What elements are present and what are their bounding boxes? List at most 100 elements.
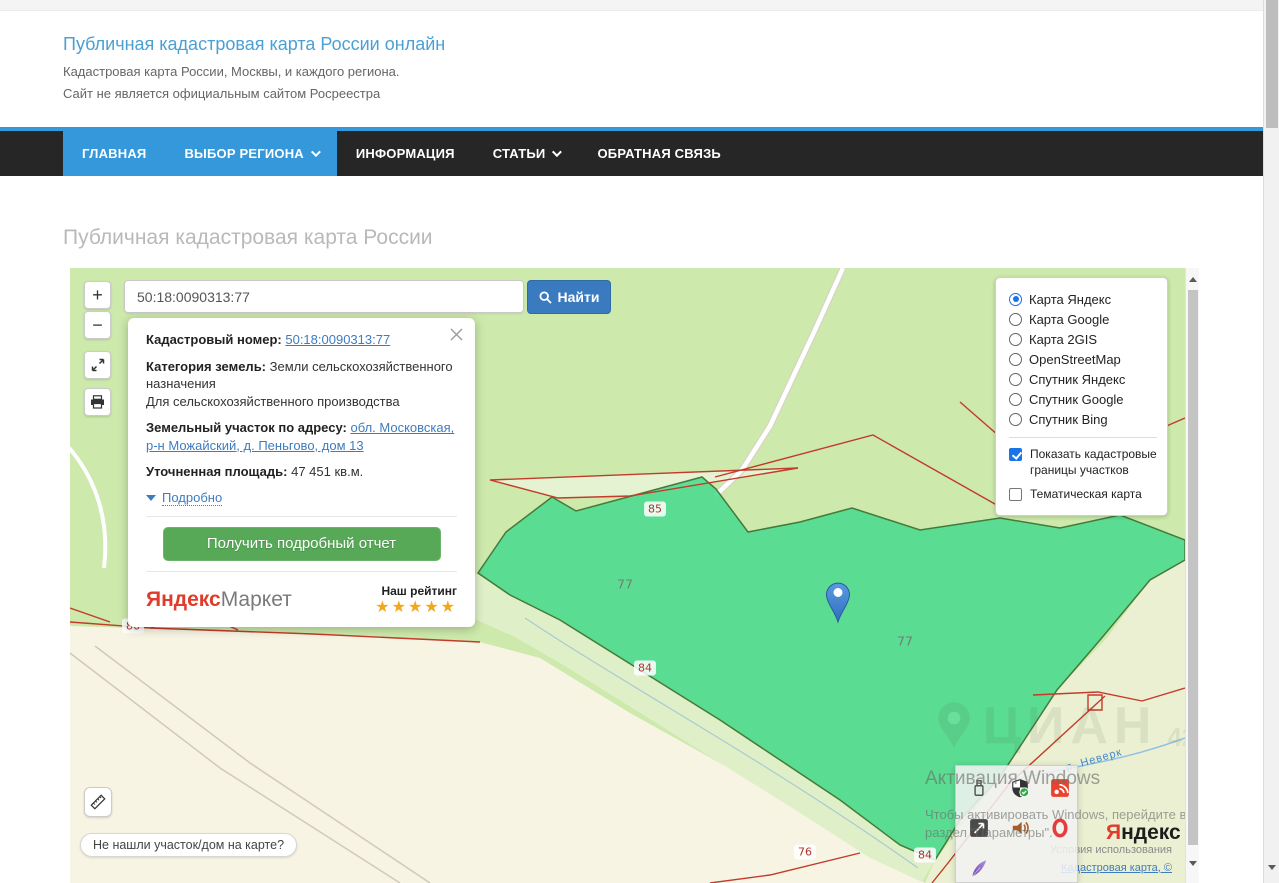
divider bbox=[1009, 437, 1157, 438]
printer-icon bbox=[90, 395, 105, 409]
pin-watermark-icon bbox=[935, 702, 973, 750]
layer-option-bing-satellite[interactable]: Спутник Bing bbox=[1009, 409, 1157, 429]
search-input[interactable] bbox=[124, 280, 524, 313]
scroll-down-arrow[interactable] bbox=[1186, 856, 1200, 870]
layer-option-2gis-map[interactable]: Карта 2GIS bbox=[1009, 329, 1157, 349]
defender-shield-icon[interactable] bbox=[1010, 778, 1030, 798]
send-arrow-app-icon[interactable] bbox=[969, 818, 989, 838]
ruler-icon bbox=[90, 794, 106, 810]
details-row: Подробно bbox=[146, 490, 457, 506]
layer-option-google-satellite[interactable]: Спутник Google bbox=[1009, 389, 1157, 409]
address-label: Земельный участок по адресу: bbox=[146, 420, 347, 435]
radio-icon bbox=[1009, 353, 1022, 366]
print-button[interactable] bbox=[84, 388, 111, 416]
map-marker-pin[interactable] bbox=[823, 579, 853, 625]
parcel-info-popup: Кадастровый номер: 50:18:0090313:77 Кате… bbox=[128, 318, 475, 627]
cadastral-number-label: Кадастровый номер: bbox=[146, 332, 282, 347]
nav-active-group: ГЛАВНАЯ ВЫБОР РЕГИОНА bbox=[63, 131, 337, 176]
land-category-row: Категория земель: Земли сельскохозяйстве… bbox=[146, 358, 457, 411]
nav-item-information[interactable]: ИНФОРМАЦИЯ bbox=[337, 131, 474, 176]
zoom-in-button[interactable]: + bbox=[84, 281, 111, 309]
radio-icon bbox=[1009, 313, 1022, 326]
quarter-label: 77 bbox=[897, 634, 913, 649]
yandex-market-logo-red: Яндекс bbox=[146, 588, 221, 611]
area-label: Уточненная площадь: bbox=[146, 464, 287, 479]
measure-ruler-button[interactable] bbox=[84, 787, 112, 817]
radio-icon bbox=[1009, 293, 1022, 306]
toggle-cadastral-boundaries[interactable]: Показать кадастровые границы участков bbox=[1009, 447, 1157, 478]
area-value: 47 451 кв.м. bbox=[291, 464, 363, 479]
nav-item-articles[interactable]: СТАТЬИ bbox=[474, 131, 579, 176]
radio-icon bbox=[1009, 393, 1022, 406]
checkbox-icon bbox=[1009, 448, 1022, 461]
red-app-icon[interactable] bbox=[1050, 778, 1070, 798]
toggle-thematic-map[interactable]: Тематическая карта bbox=[1009, 487, 1157, 503]
page-title: Публичная кадастровая карта России bbox=[63, 226, 433, 250]
site-subtitle-1: Кадастровая карта России, Москвы, и кажд… bbox=[63, 64, 400, 79]
parcel-label: 85 bbox=[644, 502, 666, 517]
page: Публичная кадастровая карта России онлай… bbox=[0, 0, 1279, 883]
nav-item-feedback[interactable]: ОБРАТНАЯ СВЯЗЬ bbox=[578, 131, 739, 176]
radio-icon bbox=[1009, 373, 1022, 386]
widget-scrollbar[interactable] bbox=[1185, 268, 1199, 883]
scrollbar-thumb[interactable] bbox=[1188, 290, 1198, 845]
usb-device-icon[interactable] bbox=[969, 778, 989, 798]
nav-item-region-label: ВЫБОР РЕГИОНА bbox=[184, 131, 303, 176]
faint-watermark: ЦИАН 42 bbox=[935, 696, 1185, 756]
area-row: Уточненная площадь: 47 451 кв.м. bbox=[146, 463, 457, 481]
land-category-label: Категория земель: bbox=[146, 359, 266, 374]
not-found-help-button[interactable]: Не нашли участок/дом на карте? bbox=[80, 833, 297, 857]
rating-box: Наш рейтинг ★★★★★ bbox=[375, 584, 457, 616]
checkbox-icon bbox=[1009, 488, 1022, 501]
cadastral-number-row: Кадастровый номер: 50:18:0090313:77 bbox=[146, 331, 457, 349]
popup-footer: ЯндексМаркет Наш рейтинг ★★★★★ bbox=[146, 582, 457, 616]
map-layers-panel: Карта Яндекс Карта Google Карта 2GIS Ope… bbox=[995, 277, 1168, 516]
browser-scrollbar[interactable] bbox=[1263, 0, 1279, 883]
parcel-label: 84 bbox=[634, 661, 656, 676]
radio-icon bbox=[1009, 333, 1022, 346]
details-link[interactable]: Подробно bbox=[162, 490, 222, 506]
get-report-button[interactable]: Получить подробный отчет bbox=[163, 527, 441, 561]
site-subtitle-2: Сайт не является официальным сайтом Роср… bbox=[63, 86, 380, 101]
main-nav: ГЛАВНАЯ ВЫБОР РЕГИОНА ИНФОРМАЦИЯ СТАТЬИ … bbox=[0, 131, 1263, 176]
chevron-down-icon bbox=[311, 147, 321, 157]
land-use-value: Для сельскохозяйственного производства bbox=[146, 394, 400, 409]
search-icon bbox=[539, 291, 552, 304]
volume-icon[interactable] bbox=[1010, 818, 1030, 838]
divider bbox=[146, 571, 457, 572]
yandex-market-logo[interactable]: ЯндексМаркет bbox=[146, 588, 292, 612]
yandex-market-logo-gray: Маркет bbox=[221, 588, 292, 611]
quarter-label: 77 bbox=[617, 577, 633, 592]
search-button[interactable]: Найти bbox=[527, 280, 611, 314]
triangle-down-icon bbox=[146, 495, 156, 501]
chevron-down-icon bbox=[552, 147, 562, 157]
layer-option-yandex-map[interactable]: Карта Яндекс bbox=[1009, 289, 1157, 309]
nav-item-information-label: ИНФОРМАЦИЯ bbox=[356, 131, 455, 176]
rating-label: Наш рейтинг bbox=[375, 584, 457, 598]
top-strip bbox=[0, 0, 1263, 11]
feather-app-icon[interactable] bbox=[969, 858, 989, 878]
scrollbar-thumb[interactable] bbox=[1266, 0, 1278, 128]
opera-icon[interactable] bbox=[1050, 818, 1070, 838]
nav-item-articles-label: СТАТЬИ bbox=[493, 131, 546, 176]
scroll-up-arrow[interactable] bbox=[1186, 272, 1200, 286]
map-viewport[interactable]: ЦИАН 42 85 86 84 76 76 84 77 77 р. Невер… bbox=[70, 268, 1185, 883]
site-title[interactable]: Публичная кадастровая карта России онлай… bbox=[63, 34, 445, 55]
close-icon[interactable] bbox=[450, 328, 463, 341]
expand-arrows-icon bbox=[91, 358, 105, 372]
layer-option-google-map[interactable]: Карта Google bbox=[1009, 309, 1157, 329]
search-button-label: Найти bbox=[558, 289, 600, 305]
scroll-down-arrow[interactable] bbox=[1268, 870, 1276, 883]
zoom-out-button[interactable]: − bbox=[84, 311, 111, 339]
radio-icon bbox=[1009, 413, 1022, 426]
system-tray-flyout bbox=[955, 765, 1078, 883]
layer-option-yandex-satellite[interactable]: Спутник Яндекс bbox=[1009, 369, 1157, 389]
nav-item-home-label: ГЛАВНАЯ bbox=[82, 131, 146, 176]
nav-item-region-select[interactable]: ВЫБОР РЕГИОНА bbox=[165, 131, 336, 176]
layer-option-osm[interactable]: OpenStreetMap bbox=[1009, 349, 1157, 369]
rating-stars: ★★★★★ bbox=[375, 598, 457, 616]
cadastral-number-link[interactable]: 50:18:0090313:77 bbox=[285, 332, 390, 347]
nav-item-feedback-label: ОБРАТНАЯ СВЯЗЬ bbox=[597, 131, 720, 176]
nav-item-home[interactable]: ГЛАВНАЯ bbox=[63, 131, 165, 176]
fullscreen-button[interactable] bbox=[84, 351, 111, 379]
